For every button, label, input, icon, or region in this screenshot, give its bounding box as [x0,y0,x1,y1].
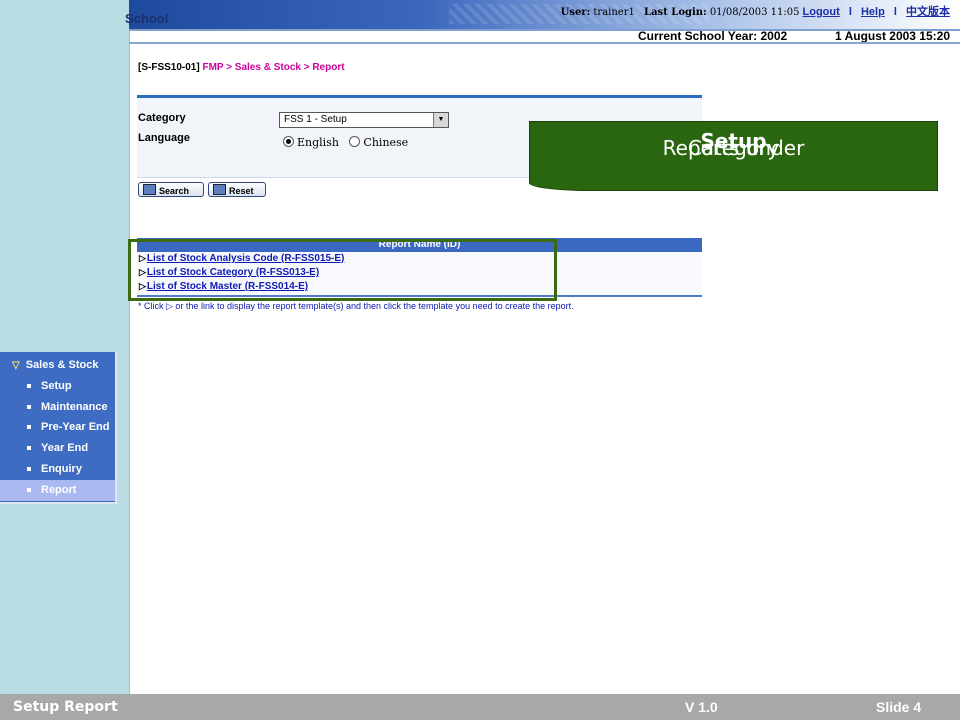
last-login-label: Last Login: [644,7,707,18]
chinese-version-link[interactable]: 中文版本 [906,6,950,18]
sidebar-item-label: Maintenance [41,401,108,413]
slide-left-panel [0,0,130,694]
sidebar-item-year-end[interactable]: Year End [0,438,115,459]
nav-title-label: Sales & Stock [25,359,99,371]
bullet-icon [27,384,31,388]
sidebar-item-label: Year End [41,442,89,454]
sidebar-item-report[interactable]: Report [0,480,115,501]
logout-link[interactable]: Logout [803,6,840,18]
sidebar-item-maintenance[interactable]: Maintenance [0,397,115,418]
chevron-down-icon[interactable]: ▼ [433,113,448,127]
sidebar-nav: ▽ Sales & Stock Setup Maintenance Pre-Yea… [0,352,117,504]
user-info-bar: User: trainer1 Last Login: 01/08/2003 11… [561,3,950,19]
separator: l [893,6,897,18]
bullet-icon [27,467,31,471]
header-divider [129,42,960,44]
slide-footer: Setup Report V 1.0 Slide 4 [0,694,960,720]
bullet-icon [27,488,31,492]
last-login-value: 01/08/2003 11:05 [709,7,800,18]
bullet-icon [27,446,31,450]
bullet-icon [27,425,31,429]
sidebar-item-setup[interactable]: Setup [0,376,115,397]
sidebar-item-pre-year-end[interactable]: Pre-Year End [0,417,115,438]
language-options: English Chinese [283,136,408,149]
chinese-radio[interactable] [349,136,361,147]
highlight-box [128,239,557,301]
current-date: 1 August 2003 15:20 [835,29,950,43]
sidebar-item-label: Setup [41,380,72,392]
sidebar-item-label: Report [41,484,77,496]
report-instruction-note: * Click ▷ or the link to display the rep… [138,301,574,311]
help-link[interactable]: Help [861,6,885,18]
sidebar-item-enquiry[interactable]: Enquiry [0,459,115,480]
chinese-label: Chinese [363,136,409,149]
school-year: Current School Year: 2002 [638,29,788,43]
search-label: Search [159,186,190,196]
school-label: School [125,11,169,26]
app-header: School User: trainer1 Last Login: 01/08/… [125,0,960,29]
search-icon [143,184,156,195]
callout-suffix: Category [687,136,780,160]
nav-title[interactable]: ▽ Sales & Stock [12,359,98,371]
bullet-icon [27,405,31,409]
sidebar-item-label: Pre-Year End [41,421,110,433]
reset-button[interactable]: Reset [208,182,266,197]
breadcrumb-path: FMP > Sales & Stock > Report [202,62,345,73]
user-value: trainer1 [593,7,635,18]
chevron-down-icon: ▽ [12,360,20,371]
language-label: Language [138,132,190,144]
category-label: Category [138,112,186,124]
reset-label: Reset [229,186,254,196]
english-radio[interactable] [283,136,294,147]
screen-code: [S-FSS10-01] [138,62,200,73]
reset-icon [213,184,226,195]
sidebar-item-label: Enquiry [41,463,82,475]
user-label: User: [560,7,591,18]
breadcrumb: [S-FSS10-01] FMP > Sales & Stock > Repor… [138,62,345,73]
search-button[interactable]: Search [138,182,204,197]
footer-slide-number: Slide 4 [876,699,922,715]
separator: l [848,6,852,18]
callout-text: Reports under Setup Category [530,129,937,160]
callout-box: Reports under Setup Category [529,121,938,191]
footer-title: Setup Report [13,699,118,715]
category-value: FSS 1 - Setup [284,114,347,125]
category-select[interactable]: FSS 1 - Setup ▼ [279,112,449,128]
footer-version: V 1.0 [685,699,718,715]
english-label: English [297,136,339,149]
